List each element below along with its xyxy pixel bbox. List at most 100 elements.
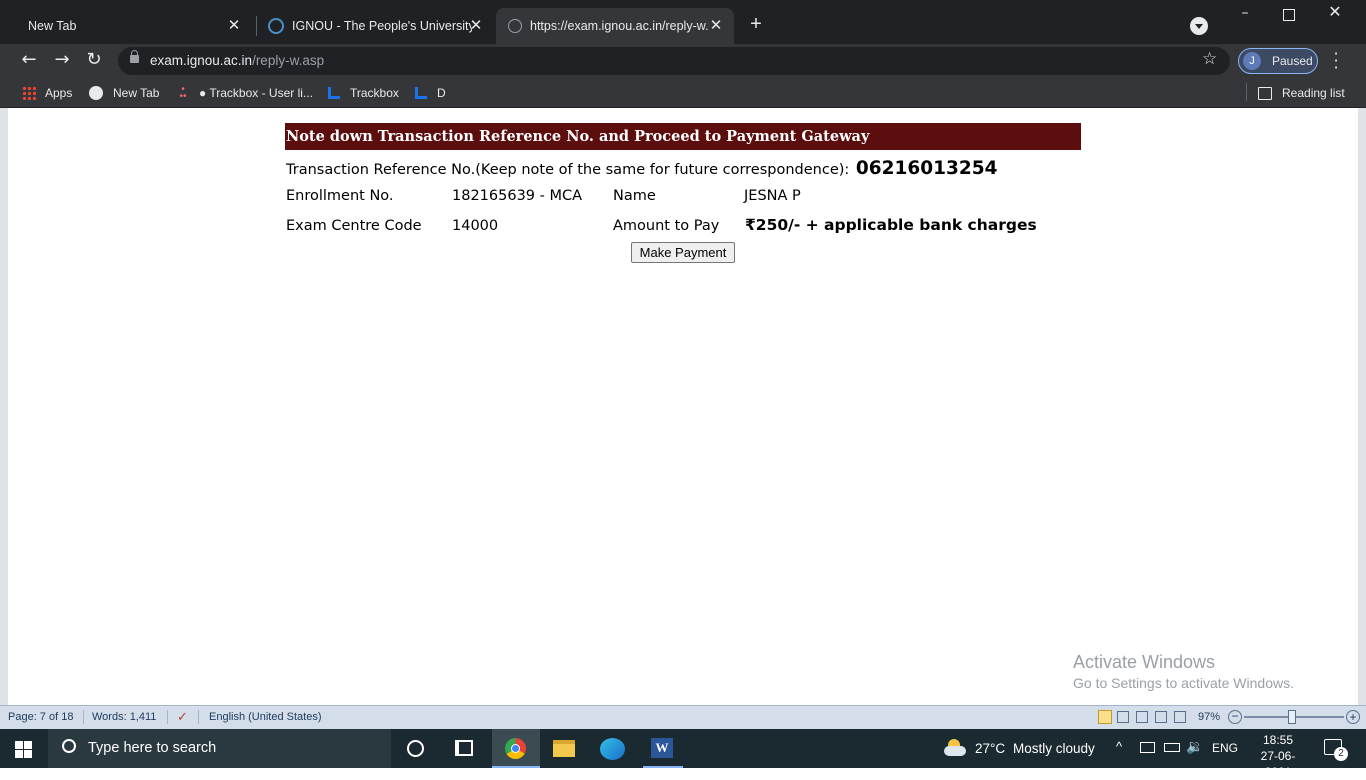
amount-text: 250/- + applicable bank charges bbox=[755, 216, 1037, 234]
tab-new-tab[interactable]: New Tab ✕ bbox=[12, 8, 252, 44]
maximize-button[interactable] bbox=[1283, 9, 1295, 21]
search-icon bbox=[62, 739, 76, 753]
bookmark-trackbox-user[interactable]: • •• ● Trackbox - User li... bbox=[176, 84, 313, 102]
divider bbox=[167, 710, 168, 724]
transaction-reference-label: Transaction Reference No.(Keep note of t… bbox=[286, 162, 850, 178]
word-count[interactable]: Words: 1,411 bbox=[92, 711, 156, 723]
close-icon[interactable]: ✕ bbox=[468, 18, 484, 34]
tab-separator bbox=[256, 16, 257, 36]
bookmark-new-tab[interactable]: New Tab bbox=[89, 84, 159, 102]
bookmark-apps[interactable]: Apps bbox=[22, 84, 72, 102]
transaction-reference-row: Transaction Reference No.(Keep note of t… bbox=[286, 158, 998, 179]
cortana-icon[interactable] bbox=[407, 740, 424, 757]
zoom-in-button[interactable]: + bbox=[1346, 710, 1360, 724]
forward-button[interactable]: → bbox=[49, 48, 75, 74]
reading-list-button[interactable]: Reading list bbox=[1258, 84, 1345, 102]
exam-centre-label: Exam Centre Code bbox=[286, 218, 422, 234]
trackbox-icon bbox=[328, 87, 340, 99]
page-banner: Note down Transaction Reference No. and … bbox=[285, 123, 1081, 150]
tab-label: New Tab bbox=[28, 19, 77, 33]
make-payment-button[interactable]: Make Payment bbox=[631, 242, 735, 263]
input-language[interactable]: ENG bbox=[1212, 741, 1238, 755]
minimize-button[interactable]: – bbox=[1238, 6, 1252, 20]
taskbar-chrome[interactable] bbox=[492, 729, 540, 768]
browser-toolbar: ← → ↻ exam.ignou.ac.in/reply-w.asp ☆ J P… bbox=[0, 44, 1366, 78]
zoom-slider-thumb[interactable] bbox=[1288, 710, 1296, 724]
language-status[interactable]: English (United States) bbox=[209, 711, 322, 723]
bookmark-label: ● Trackbox - User li... bbox=[199, 86, 313, 100]
notification-badge: 2 bbox=[1334, 747, 1348, 761]
bookmark-d[interactable]: D bbox=[415, 84, 446, 102]
tab-ignou[interactable]: IGNOU - The People's University ✕ bbox=[258, 8, 494, 44]
divider bbox=[198, 710, 199, 724]
tab-strip: New Tab ✕ IGNOU - The People's Universit… bbox=[0, 0, 1366, 44]
web-page bbox=[0, 108, 1366, 705]
profile-status: Paused bbox=[1272, 54, 1313, 68]
task-view-icon[interactable] bbox=[455, 740, 473, 756]
windows-logo-icon bbox=[15, 741, 23, 749]
trackbox-dots-icon: • •• bbox=[179, 84, 187, 102]
web-layout-icon[interactable] bbox=[1136, 711, 1148, 723]
zoom-out-button[interactable]: − bbox=[1228, 710, 1242, 724]
edge-icon[interactable] bbox=[600, 738, 625, 760]
bookmark-label: New Tab bbox=[113, 86, 160, 100]
name-value: JESNA P bbox=[744, 188, 801, 204]
start-button[interactable] bbox=[15, 741, 32, 758]
clock[interactable]: 18:55 27-06-2021 bbox=[1248, 732, 1308, 780]
word-icon: W bbox=[651, 738, 673, 758]
clock-date: 27-06-2021 bbox=[1260, 749, 1296, 779]
bookmark-star-icon[interactable]: ☆ bbox=[1202, 49, 1217, 69]
volume-icon[interactable]: 🔉 bbox=[1186, 738, 1203, 755]
taskbar-word[interactable]: W bbox=[643, 729, 683, 768]
amount-value: ₹250/- + applicable bank charges bbox=[745, 216, 1037, 234]
new-tab-button[interactable]: + bbox=[746, 14, 766, 34]
address-bar[interactable]: exam.ignou.ac.in/reply-w.asp ☆ bbox=[118, 47, 1230, 75]
rupee-icon: ₹ bbox=[745, 216, 756, 234]
weather-desc[interactable]: Mostly cloudy bbox=[1013, 741, 1095, 756]
globe-icon bbox=[89, 86, 103, 100]
back-button[interactable]: ← bbox=[16, 48, 42, 74]
weather-temp[interactable]: 27°C bbox=[975, 741, 1005, 756]
file-explorer-icon[interactable] bbox=[553, 740, 575, 757]
chevron-up-icon[interactable]: ^ bbox=[1116, 739, 1122, 754]
profile-button[interactable]: J Paused bbox=[1238, 48, 1318, 74]
bookmark-trackbox[interactable]: Trackbox bbox=[328, 84, 399, 102]
ignou-logo-icon bbox=[268, 18, 284, 34]
activate-windows-watermark: Activate Windows Go to Settings to activ… bbox=[1073, 652, 1294, 691]
draft-icon[interactable] bbox=[1174, 711, 1186, 723]
taskbar-search-box[interactable]: Type here to search bbox=[48, 729, 391, 768]
close-icon[interactable]: ✕ bbox=[226, 18, 242, 34]
close-icon[interactable]: ✕ bbox=[708, 18, 724, 34]
bookmark-label: Trackbox bbox=[350, 86, 399, 100]
search-placeholder: Type here to search bbox=[88, 740, 217, 756]
tab-search-button[interactable] bbox=[1190, 17, 1208, 35]
watermark-title: Activate Windows bbox=[1073, 652, 1216, 672]
document-margin-right bbox=[1358, 108, 1366, 705]
close-window-button[interactable]: ✕ bbox=[1327, 4, 1343, 20]
proofing-icon[interactable]: ✓ bbox=[177, 709, 188, 725]
document-margin-left bbox=[0, 108, 8, 705]
tab-label: IGNOU - The People's University bbox=[292, 19, 472, 33]
network-icon[interactable] bbox=[1140, 742, 1155, 753]
watermark-subtitle: Go to Settings to activate Windows. bbox=[1073, 675, 1294, 691]
weather-icon[interactable] bbox=[944, 739, 968, 757]
more-menu-icon[interactable]: · · · bbox=[1330, 46, 1342, 76]
full-reading-icon[interactable] bbox=[1117, 711, 1129, 723]
name-label: Name bbox=[613, 188, 656, 204]
word-status-bar: Page: 7 of 18 Words: 1,411 ✓ English (Un… bbox=[0, 705, 1366, 729]
bookmarks-bar: Apps New Tab • •• ● Trackbox - User li...… bbox=[0, 78, 1366, 108]
tab-exam-reply[interactable]: https://exam.ignou.ac.in/reply-w. ✕ bbox=[496, 8, 734, 44]
reload-button[interactable]: ↻ bbox=[81, 48, 107, 74]
url-host: exam.ignou.ac.in bbox=[150, 53, 253, 68]
print-layout-icon[interactable] bbox=[1098, 710, 1112, 724]
bookmark-label: Apps bbox=[45, 86, 73, 100]
divider bbox=[1246, 83, 1247, 101]
globe-icon bbox=[508, 19, 522, 33]
battery-icon[interactable] bbox=[1164, 743, 1180, 752]
reading-list-label: Reading list bbox=[1282, 86, 1345, 100]
url-path: /reply-w.asp bbox=[252, 53, 325, 68]
reading-list-icon bbox=[1258, 86, 1272, 100]
page-count[interactable]: Page: 7 of 18 bbox=[8, 711, 73, 723]
outline-icon[interactable] bbox=[1155, 711, 1167, 723]
zoom-level[interactable]: 97% bbox=[1198, 711, 1220, 723]
